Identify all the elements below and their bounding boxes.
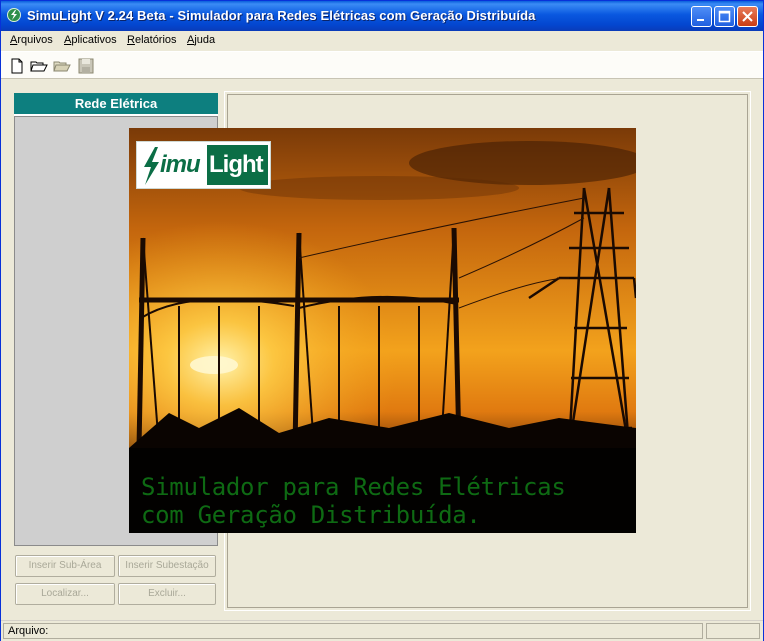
logo-simu-text: imu bbox=[160, 151, 201, 178]
splash-tagline-line1: Simulador para Redes Elétricas bbox=[141, 473, 566, 501]
status-panel-extra bbox=[706, 623, 760, 639]
menu-ajuda[interactable]: Ajuda bbox=[187, 34, 215, 46]
minimize-button[interactable] bbox=[691, 6, 712, 27]
title-bar[interactable]: SimuLight V 2.24 Beta - Simulador para R… bbox=[1, 1, 763, 31]
insert-subarea-button[interactable]: Inserir Sub-Área bbox=[15, 555, 115, 577]
window-title: SimuLight V 2.24 Beta - Simulador para R… bbox=[27, 8, 536, 23]
lightning-bolt-icon bbox=[144, 147, 159, 185]
locate-button[interactable]: Localizar... bbox=[15, 583, 115, 605]
splash-screen: imu Light Simulador para Redes Elétricas… bbox=[129, 128, 636, 533]
logo-light-text: Light bbox=[209, 151, 264, 178]
panel-title: Rede Elétrica bbox=[14, 93, 218, 116]
insert-substation-button[interactable]: Inserir Subestação bbox=[118, 555, 216, 577]
menu-relatorios[interactable]: Relatórios bbox=[127, 34, 177, 46]
open-recent-folder-icon[interactable] bbox=[53, 57, 71, 75]
close-button[interactable] bbox=[737, 6, 758, 27]
open-folder-icon[interactable] bbox=[30, 57, 48, 75]
menu-arquivos[interactable]: Arquivos bbox=[10, 34, 53, 46]
menu-aplicativos[interactable]: Aplicativos bbox=[64, 34, 117, 46]
status-bar: Arquivo: bbox=[1, 620, 763, 641]
status-file-label: Arquivo: bbox=[8, 625, 49, 637]
menu-bar: Arquivos Aplicativos Relatórios Ajuda bbox=[1, 31, 763, 51]
maximize-button[interactable] bbox=[714, 6, 735, 27]
save-disk-icon[interactable] bbox=[77, 57, 95, 75]
toolbar bbox=[1, 51, 763, 79]
status-panel-file: Arquivo: bbox=[3, 623, 703, 639]
new-file-icon[interactable] bbox=[8, 57, 26, 75]
simulight-app-icon[interactable] bbox=[7, 8, 21, 22]
splash-tagline-line2: com Geração Distribuída. bbox=[141, 501, 481, 529]
delete-button[interactable]: Excluir... bbox=[118, 583, 216, 605]
app-window: SimuLight V 2.24 Beta - Simulador para R… bbox=[0, 0, 764, 641]
simulight-logo: imu Light bbox=[136, 141, 271, 189]
